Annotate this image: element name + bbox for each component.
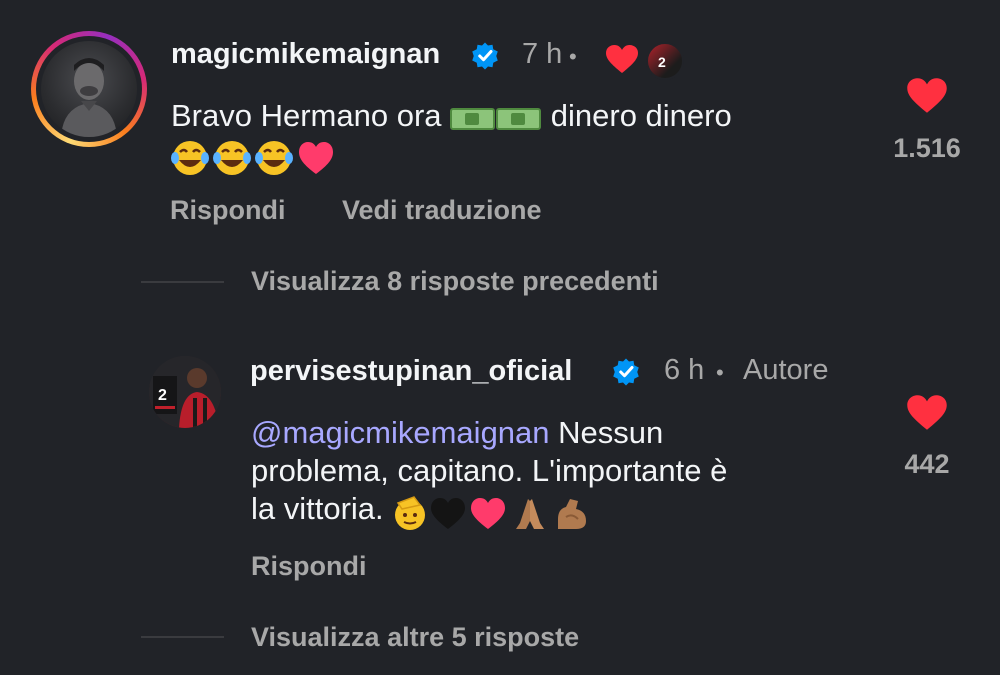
comment-username[interactable]: magicmikemaignan (171, 38, 440, 71)
black-heart-emoji-icon (431, 498, 466, 529)
view-previous-replies-button[interactable]: Visualizza 8 risposte precedenti (251, 266, 659, 297)
reply-text-line1: Nessun (558, 415, 664, 450)
author-badge: Autore (743, 354, 829, 386)
red-heart-emoji-icon (299, 142, 333, 174)
comment-emoji-line (170, 138, 340, 183)
like-count: 442 (904, 449, 950, 479)
separator-dot: • (716, 360, 724, 385)
comment-timestamp: 7 h (522, 38, 563, 70)
reply-text-line3: la vittoria. (251, 491, 384, 526)
like-heart-icon[interactable] (906, 77, 948, 114)
money-emoji-icon (450, 103, 542, 141)
reply-timestamp: 6 h (664, 354, 705, 386)
comment-text-after: dinero dinero (550, 98, 732, 133)
reply-text-line2: problema, capitano. L'importante è (251, 453, 728, 488)
reply-text: @magicmikemaignan Nessun problema, capit… (251, 414, 871, 534)
separator-dot: • (569, 44, 577, 69)
laughing-emoji-icon (255, 141, 293, 175)
author-liked-avatar: 2 (646, 42, 684, 80)
reply-button[interactable]: Rispondi (170, 195, 286, 226)
avatar-pervisestupinan[interactable]: 2 (149, 356, 221, 428)
replies-divider (141, 281, 224, 283)
svg-text:2: 2 (658, 54, 666, 70)
comment-text-main: Bravo Hermano ora (171, 98, 442, 133)
laughing-emoji-icon (171, 141, 209, 175)
reply-button[interactable]: Rispondi (251, 551, 367, 582)
see-translation-button[interactable]: Vedi traduzione (342, 195, 542, 226)
verified-badge-icon (613, 358, 639, 386)
comment-text: Bravo Hermano ora dinero dinero (171, 97, 732, 141)
red-heart-icon (606, 45, 638, 73)
folded-hands-emoji-icon (516, 499, 545, 529)
avatar-photo (41, 41, 137, 137)
mention-link[interactable]: @magicmikemaignan (251, 415, 550, 450)
like-heart-icon[interactable] (906, 394, 948, 431)
like-count: 1.516 (893, 133, 961, 163)
laughing-emoji-icon (213, 141, 251, 175)
reply-emoji-line (392, 493, 602, 534)
flexed-biceps-emoji-icon (558, 499, 587, 529)
replies-divider (141, 636, 224, 638)
view-more-replies-button[interactable]: Visualizza altre 5 risposte (251, 622, 579, 653)
saluting-face-emoji-icon (395, 496, 426, 530)
avatar-magicmikemaignan[interactable] (31, 31, 147, 147)
reply-username[interactable]: pervisestupinan_oficial (250, 355, 572, 388)
jersey-number: 2 (158, 387, 167, 404)
verified-badge-icon (472, 42, 498, 70)
red-heart-emoji-icon (471, 498, 506, 529)
